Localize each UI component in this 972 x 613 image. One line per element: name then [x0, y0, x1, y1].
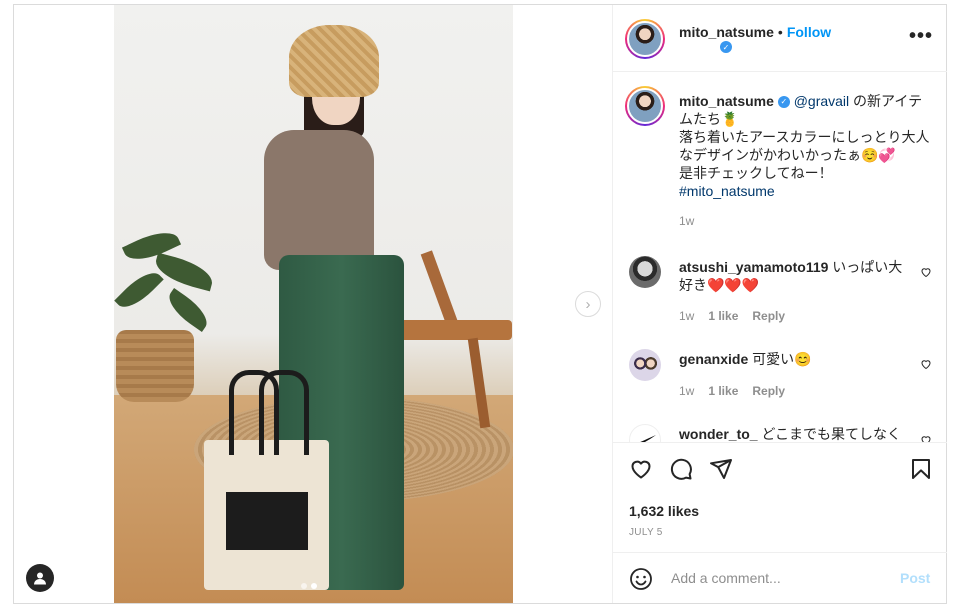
caption-line2: 落ち着いたアースカラーにしっとり大人なデザインがかわいかったぁ☺️💞	[679, 129, 930, 163]
chevron-right-icon: ›	[585, 295, 591, 313]
comment: genanxide 可愛い😊	[679, 350, 909, 368]
carousel-dots	[301, 583, 317, 589]
comment-likes[interactable]: 1 like	[708, 384, 738, 398]
likes-count[interactable]: 1,632 likes	[629, 503, 699, 519]
post-media: ›	[14, 5, 612, 603]
user-icon	[34, 572, 46, 585]
post-sidebar: mito_natsume • Follow ✓ ••• mito_natsume ✓…	[612, 5, 947, 603]
carousel-next-button[interactable]: ›	[575, 291, 601, 317]
comment: atsushi_yamamoto119 いっぱい大好き❤️❤️❤️	[679, 258, 909, 294]
carousel-dot-active	[311, 583, 317, 589]
author-line: mito_natsume • Follow	[679, 24, 831, 40]
swoosh-logo	[640, 435, 656, 442]
comments-list[interactable]: mito_natsume ✓ @gravail の新アイテムたち🍍 落ち着いたア…	[613, 72, 947, 442]
comment-username[interactable]: wonder_to_	[679, 426, 758, 442]
comment-meta: 1w 1 like Reply	[679, 309, 785, 323]
comment-username[interactable]: atsushi_yamamoto119	[679, 259, 828, 275]
post-photo[interactable]	[114, 5, 513, 603]
separator-dot: •	[777, 24, 783, 40]
share-icon[interactable]	[709, 457, 733, 481]
reply-button[interactable]: Reply	[752, 309, 785, 323]
post-comment-button[interactable]: Post	[900, 570, 930, 586]
caption-line3: 是非チェックしてねー！	[679, 165, 833, 181]
comment-text: どこまでも果てしなく	[761, 426, 902, 442]
more-options-icon[interactable]: •••	[909, 25, 933, 48]
caption-avatar[interactable]	[625, 86, 665, 126]
post-actions: 1,632 likes JULY 5	[613, 442, 947, 553]
post-date[interactable]: JULY 5	[629, 527, 663, 538]
comment-avatar[interactable]	[629, 349, 661, 381]
carousel-dot	[301, 583, 307, 589]
post-header: mito_natsume • Follow ✓ •••	[613, 5, 947, 72]
comment-input[interactable]	[669, 569, 873, 587]
comment-avatar[interactable]	[629, 424, 661, 442]
bookmark-icon[interactable]	[909, 457, 933, 481]
author-avatar[interactable]	[625, 19, 665, 59]
follow-button[interactable]: Follow	[787, 24, 831, 40]
photo-plant-pot	[116, 330, 194, 402]
verified-icon: ✓	[720, 41, 732, 53]
comment-text: 可愛い😊	[752, 351, 812, 367]
verified-icon: ✓	[777, 96, 790, 109]
caption-username[interactable]: mito_natsume	[679, 93, 774, 109]
heart-icon[interactable]	[629, 457, 653, 481]
caption: mito_natsume ✓ @gravail の新アイテムたち🍍 落ち着いたア…	[679, 92, 931, 200]
photo-leaf	[114, 265, 164, 315]
caption-timestamp[interactable]: 1w	[679, 214, 694, 228]
comment-time[interactable]: 1w	[679, 309, 694, 323]
comment-likes[interactable]: 1 like	[708, 309, 738, 323]
caption-mention[interactable]: @gravail	[794, 93, 849, 109]
heart-icon[interactable]	[920, 358, 932, 370]
tagged-users-button[interactable]	[26, 564, 54, 592]
photo-leaf	[162, 288, 214, 332]
photo-person-hat	[289, 25, 379, 97]
post-modal: › mito_natsume • Follow ✓ ••• mito_natsume…	[13, 4, 947, 604]
photo-person-top	[264, 130, 374, 270]
heart-icon[interactable]	[920, 434, 932, 442]
comment-time[interactable]: 1w	[679, 384, 694, 398]
comment-username[interactable]: genanxide	[679, 351, 748, 367]
comment-avatar[interactable]	[629, 256, 661, 288]
photo-tote-bag	[204, 370, 329, 590]
comment-meta: 1w 1 like Reply	[679, 384, 785, 398]
emoji-icon[interactable]	[629, 567, 653, 591]
reply-button[interactable]: Reply	[752, 384, 785, 398]
comment: wonder_to_ どこまでも果てしなく	[679, 425, 909, 442]
author-username[interactable]: mito_natsume	[679, 24, 774, 40]
comment-icon[interactable]	[669, 457, 693, 481]
photo-leaf	[151, 252, 217, 292]
caption-hashtag[interactable]: #mito_natsume	[679, 183, 775, 199]
heart-icon[interactable]	[920, 266, 932, 278]
add-comment-bar: Post	[613, 552, 947, 604]
